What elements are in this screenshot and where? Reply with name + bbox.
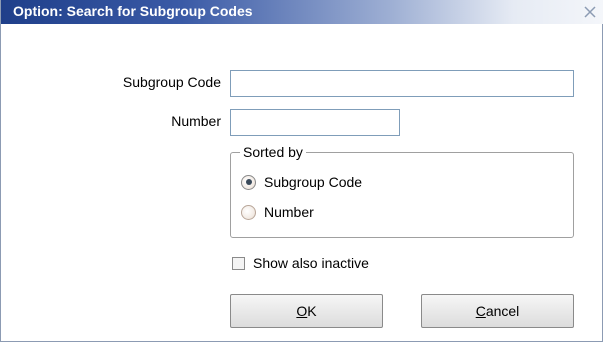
ok-access-key: O (296, 303, 308, 319)
show-inactive-option[interactable]: Show also inactive (232, 255, 369, 271)
subgroup-code-label: Subgroup Code (122, 74, 221, 90)
title-bar[interactable]: Option: Search for Subgroup Codes (1, 0, 603, 24)
sort-option-number[interactable]: Number (241, 204, 314, 220)
sorted-by-legend: Sorted by (240, 144, 306, 160)
sorted-by-group (230, 152, 574, 238)
ok-button[interactable]: OK (230, 294, 383, 328)
close-button[interactable] (582, 4, 598, 20)
cancel-label-rest: ancel (485, 303, 520, 319)
number-input[interactable] (230, 109, 400, 136)
radio-selected-icon[interactable] (241, 174, 256, 190)
number-label: Number (171, 113, 221, 129)
radio-unselected-icon[interactable] (241, 204, 256, 220)
window-title: Option: Search for Subgroup Codes (13, 3, 253, 19)
cancel-button[interactable]: Cancel (421, 294, 574, 328)
search-subgroup-dialog: Option: Search for Subgroup Codes Subgro… (0, 0, 603, 342)
sort-option-subgroup-code[interactable]: Subgroup Code (241, 174, 362, 190)
ok-label-rest: K (307, 303, 317, 319)
subgroup-code-input[interactable] (230, 70, 574, 97)
cancel-access-key: C (475, 303, 486, 319)
show-inactive-label: Show also inactive (253, 255, 369, 271)
sort-option-label: Number (264, 204, 314, 220)
show-inactive-checkbox[interactable] (232, 256, 245, 270)
sort-option-label: Subgroup Code (264, 174, 363, 190)
close-icon (584, 6, 596, 18)
